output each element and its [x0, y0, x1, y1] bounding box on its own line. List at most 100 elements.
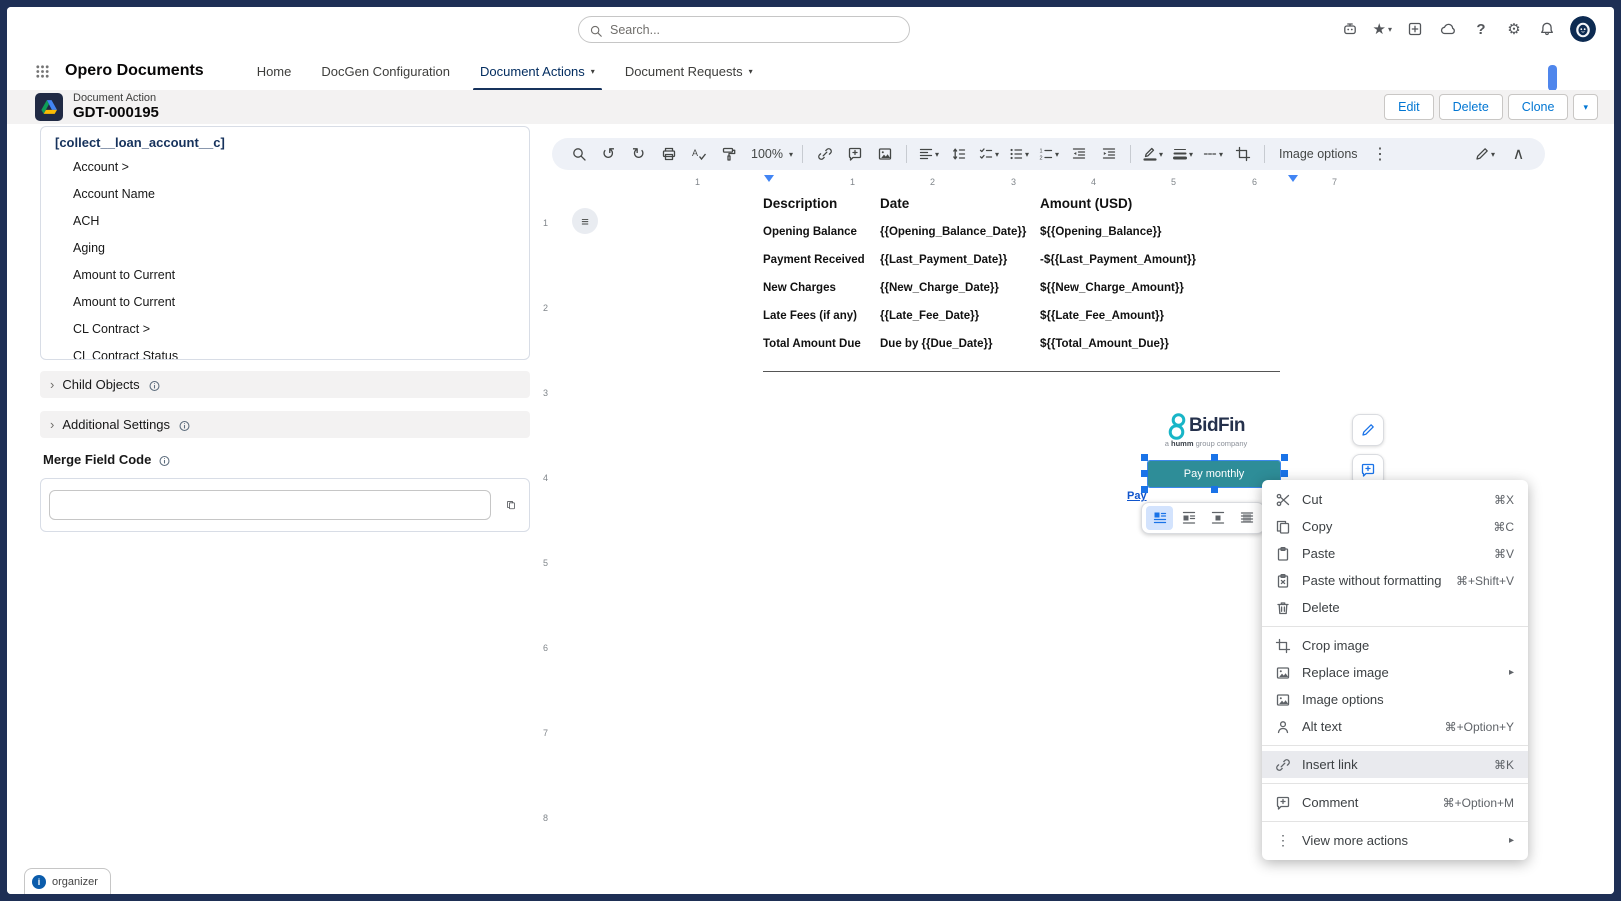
field-item-ach[interactable]: ACH: [55, 208, 529, 235]
editing-mode-button[interactable]: ▾: [1470, 141, 1499, 167]
selection-handle[interactable]: [1281, 454, 1288, 461]
selection-handle[interactable]: [1141, 454, 1148, 461]
image-options-button[interactable]: Image options: [1272, 141, 1365, 167]
line-spacing-button[interactable]: [944, 141, 973, 167]
announcements-cloud-icon[interactable]: [1438, 19, 1458, 39]
menu-item-shortcut: ⌘+Option+M: [1442, 795, 1514, 810]
more-options-button[interactable]: ⋮: [1366, 141, 1395, 167]
quick-actions-icon[interactable]: [1405, 19, 1425, 39]
document-outline-button[interactable]: ≡: [572, 208, 598, 234]
menu-item-cut[interactable]: Cut ⌘X: [1262, 486, 1528, 513]
spellcheck-button[interactable]: A: [684, 141, 713, 167]
edit-button[interactable]: Edit: [1384, 94, 1434, 120]
edit-image-button[interactable]: [1352, 414, 1384, 446]
menu-item-insert-link[interactable]: Insert link ⌘K: [1262, 751, 1528, 778]
decrease-indent-button[interactable]: [1064, 141, 1093, 167]
field-item-cl-contract-status[interactable]: CL Contract Status: [55, 343, 529, 359]
menu-item-delete[interactable]: Delete: [1262, 594, 1528, 621]
horizontal-rule: [763, 371, 1280, 372]
checklist-button[interactable]: ▾: [974, 141, 1003, 167]
copy-merge-field-button[interactable]: [500, 494, 522, 516]
collapse-toolbar-button[interactable]: ∧: [1504, 141, 1533, 167]
selection-handle[interactable]: [1141, 470, 1148, 477]
additional-settings-section[interactable]: › Additional Settings: [40, 411, 530, 438]
selection-handle[interactable]: [1211, 454, 1218, 461]
in-line-button[interactable]: [1146, 506, 1173, 530]
field-item-aging[interactable]: Aging: [55, 235, 529, 262]
menu-item-crop-image[interactable]: Crop image: [1262, 632, 1528, 659]
ruler-number: 1: [543, 218, 549, 228]
setup-gear-icon[interactable]: ⚙: [1504, 19, 1524, 39]
wrap-text-button[interactable]: [1175, 506, 1202, 530]
menu-item-alt-text[interactable]: Alt text ⌘+Option+Y: [1262, 713, 1528, 740]
tab-home[interactable]: Home: [242, 52, 307, 90]
redo-button[interactable]: ↻: [624, 141, 653, 167]
field-item-account[interactable]: Account >: [55, 154, 529, 181]
break-text-button[interactable]: [1204, 506, 1231, 530]
search-icon: [571, 146, 587, 162]
pay-monthly-button-image[interactable]: Pay monthly: [1147, 460, 1281, 488]
field-item-account-name[interactable]: Account Name: [55, 181, 529, 208]
tab-document-requests[interactable]: Document Requests ▾: [610, 52, 768, 90]
field-item-amount-to-current[interactable]: Amount to Current: [55, 262, 529, 289]
selection-handle[interactable]: [1211, 486, 1218, 493]
left-margin-marker[interactable]: [764, 175, 774, 182]
increase-indent-button[interactable]: [1094, 141, 1123, 167]
nav-tabs: Home DocGen Configuration Document Actions…: [242, 52, 768, 91]
search-button[interactable]: [564, 141, 593, 167]
info-icon: [178, 418, 191, 431]
border-weight-button[interactable]: ▾: [1168, 141, 1197, 167]
statement-table: Description Date Amount (USD) Opening Balan…: [763, 188, 1287, 358]
zoom-select-button[interactable]: 100% ▾: [744, 141, 795, 167]
merge-field-code-input[interactable]: [49, 490, 491, 520]
print-button[interactable]: [654, 141, 683, 167]
clone-button[interactable]: Clone: [1507, 94, 1569, 120]
menu-item-label: Paste without formatting: [1302, 573, 1442, 588]
selection-handle[interactable]: [1141, 486, 1148, 493]
undo-button[interactable]: ↺: [594, 141, 623, 167]
tab-docgen-configuration[interactable]: DocGen Configuration: [306, 52, 465, 90]
delete-button[interactable]: Delete: [1438, 94, 1503, 120]
user-avatar[interactable]: [1570, 16, 1596, 42]
insert-image-button[interactable]: [870, 141, 899, 167]
app-launcher-waffle-icon[interactable]: [35, 64, 50, 79]
record-actions-dropdown-button[interactable]: ▾: [1573, 94, 1598, 120]
bulleted-list-icon: [1008, 146, 1024, 162]
right-margin-marker[interactable]: [1288, 175, 1298, 182]
child-objects-section[interactable]: › Child Objects: [40, 371, 530, 398]
menu-item-copy[interactable]: Copy ⌘C: [1262, 513, 1528, 540]
selection-handle[interactable]: [1281, 470, 1288, 477]
decrease-indent-icon: [1071, 146, 1087, 162]
border-color-button[interactable]: ▾: [1138, 141, 1167, 167]
align-button[interactable]: ▾: [914, 141, 943, 167]
assistant-icon[interactable]: [1340, 19, 1360, 39]
bulleted-list-button[interactable]: ▾: [1004, 141, 1033, 167]
menu-item-paste[interactable]: Paste ⌘V: [1262, 540, 1528, 567]
menu-item-image-options[interactable]: Image options: [1262, 686, 1528, 713]
behind-text-button[interactable]: [1233, 506, 1260, 530]
chevron-down-icon: ▾: [1188, 149, 1193, 159]
chevron-down-icon: ▾: [590, 66, 595, 76]
global-search-input[interactable]: Search...: [578, 16, 910, 43]
help-icon[interactable]: ?: [1471, 19, 1491, 39]
organizer-badge[interactable]: i organizer: [24, 868, 111, 894]
page-scrollbar-thumb[interactable]: [1548, 65, 1557, 91]
insert-link-button[interactable]: [810, 141, 839, 167]
add-comment-button[interactable]: [840, 141, 869, 167]
border-dash-button[interactable]: ▾: [1198, 141, 1227, 167]
menu-item-paste-without-formatting[interactable]: Paste without formatting ⌘+Shift+V: [1262, 567, 1528, 594]
tab-document-actions[interactable]: Document Actions ▾: [465, 52, 610, 91]
notifications-bell-icon[interactable]: [1537, 19, 1557, 39]
menu-item-comment[interactable]: Comment ⌘+Option+M: [1262, 789, 1528, 816]
favorites-button[interactable]: ★ ▾: [1373, 19, 1392, 39]
numbered-list-button[interactable]: 1 2 ▾: [1034, 141, 1063, 167]
table-cell: {{New_Charge_Date}}: [880, 282, 999, 294]
chevron-right-icon: ›: [50, 377, 55, 392]
menu-item-view-more-actions[interactable]: ⋮ View more actions ▸: [1262, 827, 1528, 854]
crop-image-button[interactable]: [1228, 141, 1257, 167]
menu-item-replace-image[interactable]: Replace image ▸: [1262, 659, 1528, 686]
paint-format-button[interactable]: [714, 141, 743, 167]
field-item-cl-contract[interactable]: CL Contract >: [55, 316, 529, 343]
menu-divider: [1262, 626, 1528, 627]
field-item-amount-to-current[interactable]: Amount to Current: [55, 289, 529, 316]
